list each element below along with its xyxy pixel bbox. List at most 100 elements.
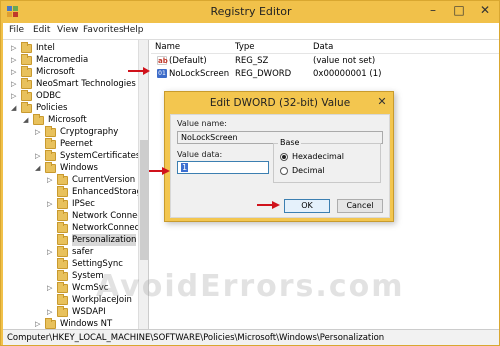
expand-arrow-icon[interactable]: ▷	[11, 78, 19, 90]
maximize-button[interactable]: □	[445, 1, 473, 21]
tree-scroll-thumb[interactable]	[140, 140, 148, 260]
menu-file[interactable]: File	[9, 25, 24, 35]
tree-item[interactable]: EnhancedStorageD	[3, 186, 148, 198]
dialog-close-button[interactable]: ✕	[373, 94, 391, 110]
folder-icon	[57, 258, 68, 269]
folder-icon	[57, 270, 68, 281]
value-name: NoLockScreen	[169, 69, 230, 79]
folder-icon	[21, 66, 32, 77]
tree-item[interactable]: ▷ ODBC	[3, 90, 137, 102]
tree-item[interactable]: ◢ Microsoft	[3, 114, 137, 126]
expand-arrow-icon[interactable]: ▷	[47, 174, 55, 186]
value-name-label: Value name:	[177, 119, 227, 128]
tree-item[interactable]: Network Connecti	[3, 210, 148, 222]
expand-arrow-icon[interactable]: ▷	[35, 126, 43, 138]
expand-arrow-icon[interactable]: ▷	[47, 306, 55, 318]
folder-icon	[21, 54, 32, 65]
tree-item-label: Peernet	[60, 139, 93, 149]
expand-arrow-icon[interactable]: ◢	[35, 162, 43, 174]
ok-button[interactable]: OK	[284, 199, 330, 213]
tree-item[interactable]: ▷ Microsoft	[3, 66, 137, 78]
radio-dec-indicator[interactable]	[280, 167, 288, 175]
expand-arrow-icon[interactable]: ▷	[35, 150, 43, 162]
column-data[interactable]: Data	[313, 42, 333, 52]
tree-item-label: Macromedia	[36, 55, 89, 65]
tree-item-label: Cryptography	[60, 127, 119, 137]
minimize-button[interactable]: –	[419, 1, 447, 21]
value-data-input[interactable]: 1	[177, 161, 269, 174]
value-data: (value not set)	[313, 56, 376, 66]
tree-item[interactable]: ▷ Intel	[3, 42, 137, 54]
folder-icon	[57, 282, 68, 293]
menu-view[interactable]: View	[57, 25, 78, 35]
tree-item-label: SystemCertificates	[60, 151, 141, 161]
tree-item-label: Policies	[36, 103, 68, 113]
expand-arrow-icon[interactable]: ◢	[23, 114, 31, 126]
tree-item[interactable]: ▷ Macromedia	[3, 54, 137, 66]
tree-item[interactable]: ▷ IPSec	[3, 198, 137, 210]
tree-item-label: Intel	[36, 43, 55, 53]
folder-icon	[45, 162, 56, 173]
watermark: AvoidErrors.com	[96, 269, 405, 304]
folder-icon	[45, 138, 56, 149]
tree-item[interactable]: Personalization	[3, 234, 137, 246]
folder-icon	[21, 42, 32, 53]
menu-favorites[interactable]: Favorites	[83, 25, 124, 35]
dialog-title: Edit DWORD (32-bit) Value	[209, 97, 351, 109]
value-data: 0x00000001 (1)	[313, 69, 382, 79]
expand-arrow-icon[interactable]: ▷	[11, 42, 19, 54]
tree-item[interactable]: NetworkConnectiv	[3, 222, 148, 234]
annotation-arrow-icon	[149, 167, 170, 175]
string-value-icon: ab	[157, 56, 168, 65]
expand-arrow-icon[interactable]: ▷	[47, 282, 55, 294]
registry-editor-window: Registry Editor – □ ✕ File Edit View Fav…	[0, 0, 500, 346]
value-data-text: 1	[181, 163, 189, 172]
folder-icon	[21, 102, 32, 113]
tree-item-label: IPSec	[72, 199, 95, 209]
expand-arrow-icon[interactable]: ▷	[11, 90, 19, 102]
tree-item-label: Personalization	[72, 234, 137, 246]
tree-item-label: CurrentVersion	[72, 175, 136, 185]
value-data-label: Value data:	[177, 150, 223, 159]
value-name: (Default)	[169, 56, 207, 66]
tree-item-label: NeoSmart Technologies	[36, 79, 136, 89]
dword-value-icon: 01	[157, 69, 167, 78]
title-bar[interactable]: Registry Editor – □ ✕	[1, 1, 500, 23]
column-name[interactable]: Name	[155, 42, 180, 52]
close-button[interactable]: ✕	[471, 1, 499, 21]
base-group: Base Hexadecimal Decimal	[273, 138, 381, 183]
cancel-button[interactable]: Cancel	[337, 199, 383, 213]
tree-item-label: WSDAPI	[72, 307, 106, 317]
folder-icon	[57, 198, 68, 209]
column-type[interactable]: Type	[235, 42, 255, 52]
menu-edit[interactable]: Edit	[33, 25, 50, 35]
expand-arrow-icon[interactable]: ▷	[11, 66, 19, 78]
folder-icon	[57, 246, 68, 257]
expand-arrow-icon[interactable]: ▷	[47, 198, 55, 210]
tree-item[interactable]: ▷ Cryptography	[3, 126, 137, 138]
edit-dword-dialog: Edit DWORD (32-bit) Value ✕ Value name: …	[149, 91, 394, 222]
tree-item-label: Network Connecti	[72, 211, 148, 221]
value-row-nolockscreen[interactable]: 01 NoLockScreen REG_DWORD 0x00000001 (1)	[151, 68, 499, 80]
folder-icon	[57, 210, 68, 221]
folder-icon	[45, 126, 56, 137]
tree-item[interactable]: ▷ safer	[3, 246, 137, 258]
folder-icon	[45, 318, 56, 329]
menu-help[interactable]: Help	[123, 25, 144, 35]
folder-icon	[57, 234, 68, 245]
radio-hex-indicator[interactable]	[280, 153, 288, 161]
value-row-default[interactable]: ab (Default) REG_SZ (value not set)	[151, 55, 499, 67]
tree-item[interactable]: ▷ SystemCertificates	[3, 150, 141, 162]
tree-item[interactable]: ▷ WSDAPI	[3, 306, 137, 318]
tree-item[interactable]: ◢ Policies	[3, 102, 137, 114]
status-bar: Computer\HKEY_LOCAL_MACHINE\SOFTWARE\Pol…	[3, 329, 499, 345]
expand-arrow-icon[interactable]: ▷	[11, 54, 19, 66]
tree-item[interactable]: ◢ Windows	[3, 162, 137, 174]
expand-arrow-icon[interactable]: ◢	[11, 102, 19, 114]
tree-item[interactable]: ▷ CurrentVersion	[3, 174, 137, 186]
tree-item[interactable]: ▷ NeoSmart Technologies	[3, 78, 137, 90]
tree-item[interactable]: Peernet	[3, 138, 137, 150]
folder-icon	[21, 78, 32, 89]
expand-arrow-icon[interactable]: ▷	[47, 246, 55, 258]
folder-icon	[45, 150, 56, 161]
